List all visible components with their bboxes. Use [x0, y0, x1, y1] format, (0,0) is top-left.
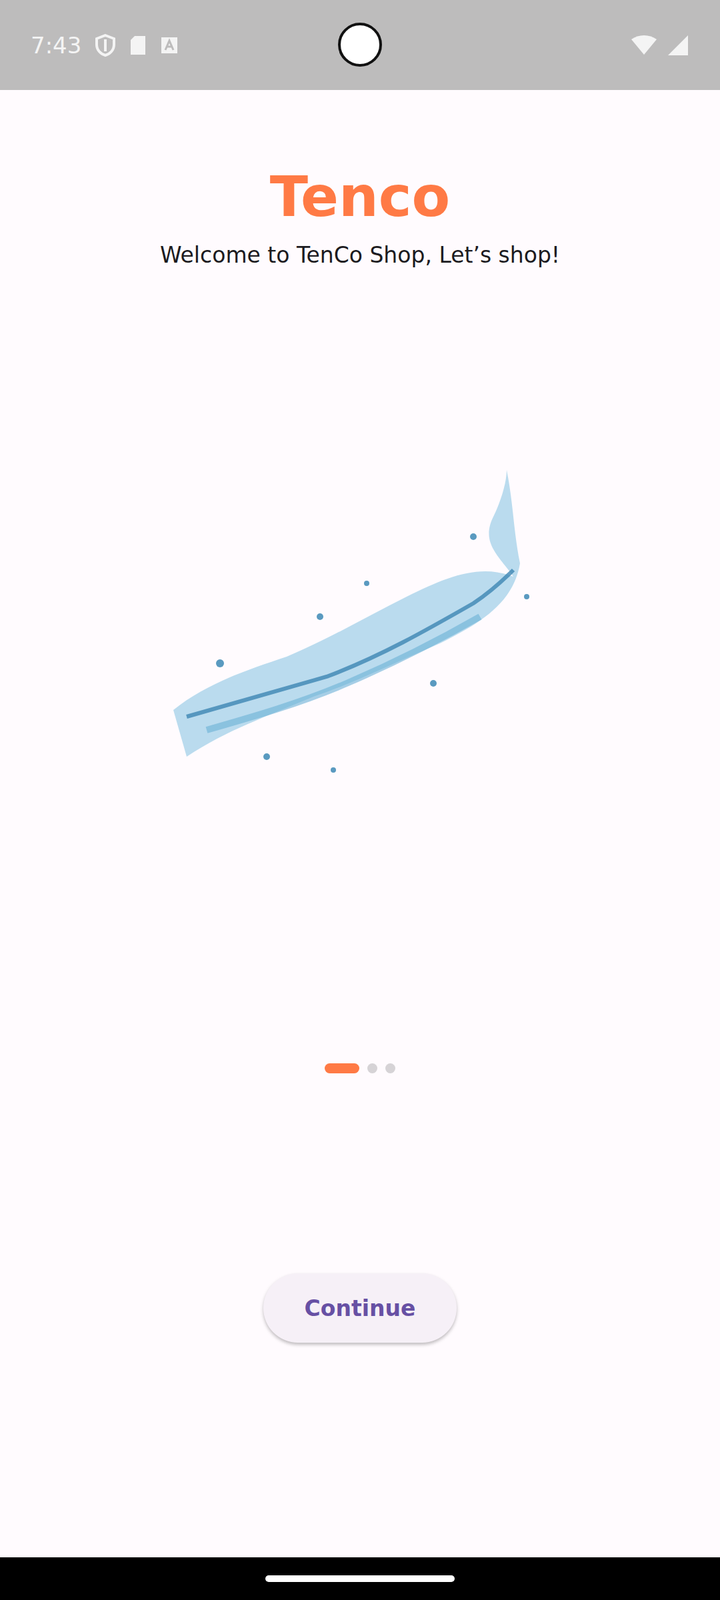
onboarding-screen: Tenco Welcome to TenCo Shop, Let’s shop! C…	[0, 90, 720, 1558]
status-left: 7:43	[30, 32, 179, 59]
page-dot[interactable]	[367, 1063, 378, 1074]
app-title: Tenco	[270, 163, 450, 230]
page-dot[interactable]	[385, 1063, 396, 1074]
shield-icon	[94, 34, 116, 57]
page-dot[interactable]	[324, 1063, 360, 1074]
status-right	[630, 34, 690, 57]
status-time: 7:43	[30, 32, 82, 59]
signal-icon	[666, 34, 690, 57]
status-bar: 7:43	[0, 0, 720, 90]
continue-button[interactable]: Continue	[263, 1273, 458, 1343]
navigation-bar	[0, 1557, 720, 1600]
camera-cutout	[338, 22, 382, 67]
hero-image	[166, 463, 554, 784]
wifi-icon	[630, 34, 658, 56]
font-icon	[160, 36, 179, 55]
sd-card-icon	[129, 34, 147, 56]
welcome-text: Welcome to TenCo Shop, Let’s shop!	[160, 240, 560, 270]
home-handle[interactable]	[265, 1575, 455, 1582]
page-indicator	[324, 1063, 396, 1074]
